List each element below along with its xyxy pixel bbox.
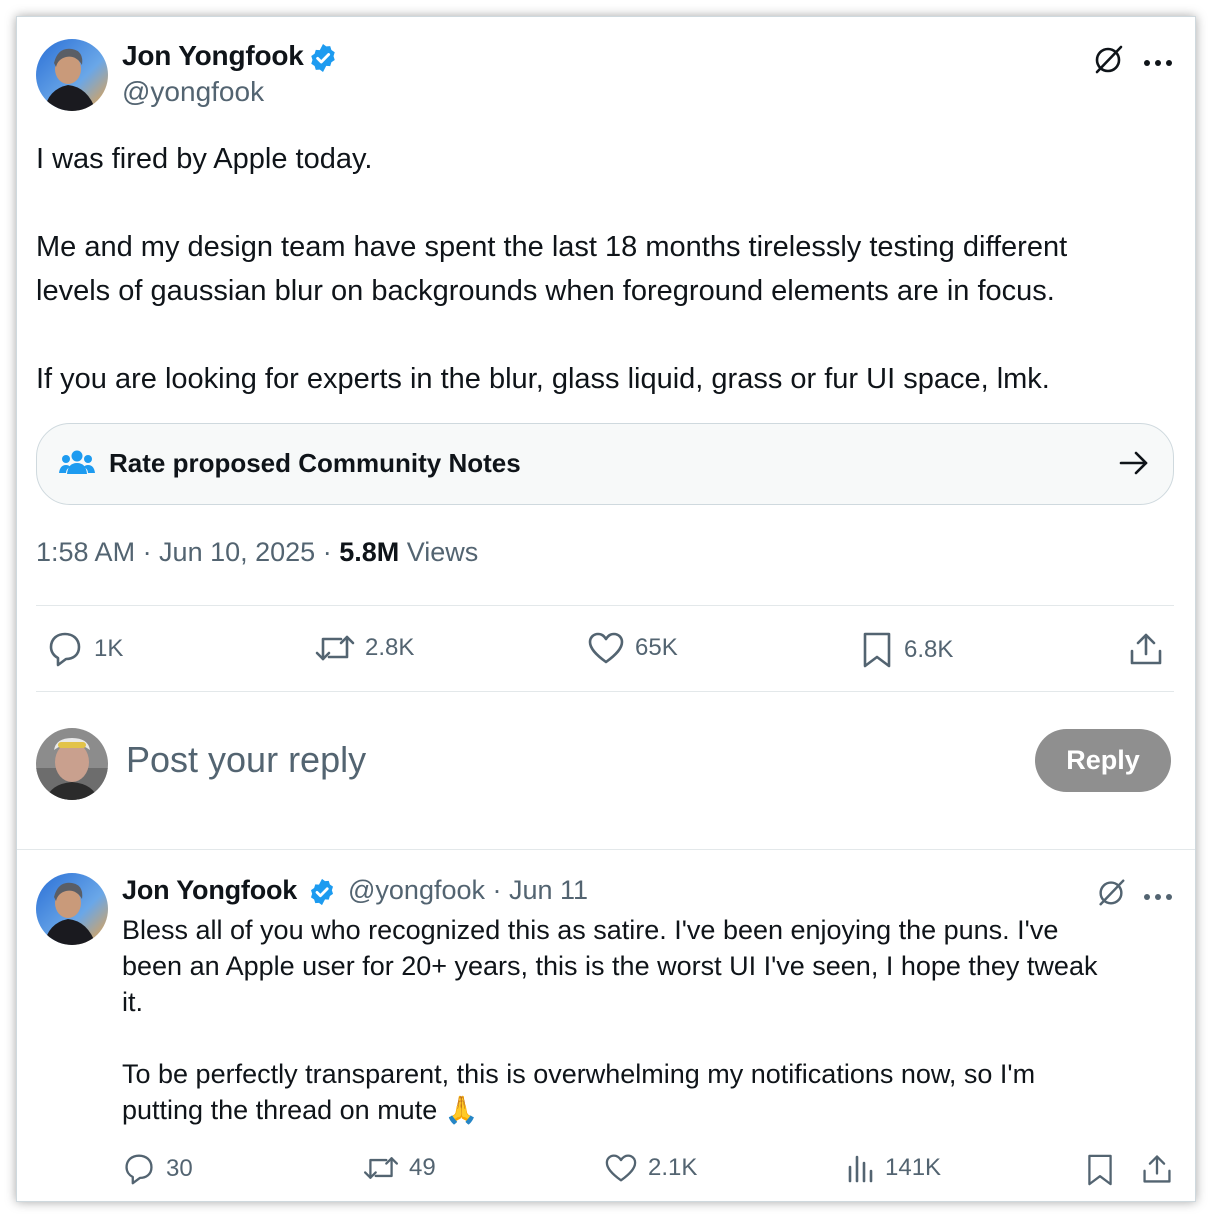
reply-input[interactable]: Post your reply (126, 739, 366, 781)
bookmark-count: 6.8K (904, 636, 954, 663)
bookmark-action[interactable] (1085, 1153, 1115, 1187)
reply-action[interactable]: 30 (122, 1153, 193, 1185)
reply-icon (49, 632, 81, 667)
like-count: 2.1K (648, 1154, 698, 1181)
verified-badge-icon (307, 42, 339, 79)
more-icon[interactable] (1143, 54, 1173, 72)
reply-text-line-5: putting the thread on mute 🙏 (122, 1092, 478, 1128)
grok-icon[interactable] (1095, 876, 1127, 913)
repost-icon (315, 635, 355, 661)
reply-date[interactable]: · Jun 11 (485, 875, 589, 905)
views-count: 5.8M (339, 537, 400, 567)
like-icon (605, 1154, 637, 1182)
repost-action[interactable]: 2.8K (315, 631, 414, 665)
views-icon (848, 1155, 873, 1183)
reply-text-line-3: it. (122, 987, 144, 1017)
author-handle[interactable]: @yongfook (122, 76, 264, 108)
bookmark-icon (1088, 1154, 1112, 1186)
reply-text-line-4: To be perfectly transparent, this is ove… (122, 1059, 1036, 1089)
reply-author-handle[interactable]: @yongfook (348, 875, 485, 905)
repost-count: 49 (409, 1154, 436, 1181)
user-avatar[interactable] (36, 728, 108, 800)
praying-hands-emoji: 🙏 (444, 1095, 479, 1125)
bookmark-icon (863, 632, 891, 668)
post-meta: 1:58 AM · Jun 10, 2025 · 5.8M Views (36, 537, 478, 568)
community-notes-button[interactable]: Rate proposed Community Notes (36, 423, 1174, 505)
reply-count: 30 (166, 1155, 193, 1182)
repost-count: 2.8K (365, 634, 415, 661)
author-avatar[interactable] (36, 39, 108, 111)
like-action[interactable]: 65K (587, 631, 678, 665)
divider (36, 605, 1174, 606)
reply-action[interactable]: 1K (46, 631, 123, 667)
verified-badge-icon (307, 877, 337, 912)
repost-icon (363, 1157, 399, 1179)
post-card: Jon Yongfook @yongfook I was fired by Ap… (16, 16, 1196, 1202)
like-count: 65K (635, 634, 678, 661)
views-count: 141K (885, 1154, 942, 1181)
more-icon[interactable] (1143, 888, 1173, 906)
share-action[interactable] (1128, 631, 1164, 667)
post-text-line-2: Me and my design team have spent the las… (36, 231, 1068, 263)
share-icon (1130, 633, 1162, 665)
views-action[interactable]: 141K (847, 1153, 941, 1183)
reply-icon (125, 1154, 153, 1185)
divider (36, 691, 1174, 692)
reply-handle-date: @yongfook · Jun 11 (348, 875, 588, 906)
post-text-line-3: levels of gaussian blur on backgrounds w… (36, 275, 1055, 307)
like-icon (588, 632, 624, 664)
reply-text-line-2: been an Apple user for 20+ years, this i… (122, 951, 1098, 981)
author-name[interactable]: Jon Yongfook (122, 40, 304, 72)
repost-action[interactable]: 49 (363, 1153, 436, 1183)
reply-author-avatar[interactable] (36, 873, 108, 945)
reply-count: 1K (94, 635, 124, 662)
post-text-line-4: If you are looking for experts in the bl… (36, 363, 1050, 395)
people-icon (59, 448, 95, 483)
community-notes-label: Rate proposed Community Notes (109, 448, 521, 478)
reply-button[interactable]: Reply (1035, 729, 1171, 792)
reply-text-line-1: Bless all of you who recognized this as … (122, 915, 1059, 945)
share-icon (1143, 1155, 1171, 1183)
like-action[interactable]: 2.1K (604, 1153, 697, 1183)
views-label: Views (399, 537, 479, 567)
grok-icon[interactable] (1091, 42, 1125, 81)
reply-text-line-5-text: putting the thread on mute (122, 1095, 438, 1125)
timestamp[interactable]: 1:58 AM · Jun 10, 2025 · (36, 537, 339, 567)
post-text-line-1: I was fired by Apple today. (36, 143, 373, 175)
share-action[interactable] (1141, 1153, 1173, 1185)
bookmark-action[interactable]: 6.8K (860, 631, 953, 669)
reply-author-name[interactable]: Jon Yongfook (122, 875, 297, 906)
arrow-right-icon (1119, 450, 1149, 481)
divider (17, 849, 1195, 850)
